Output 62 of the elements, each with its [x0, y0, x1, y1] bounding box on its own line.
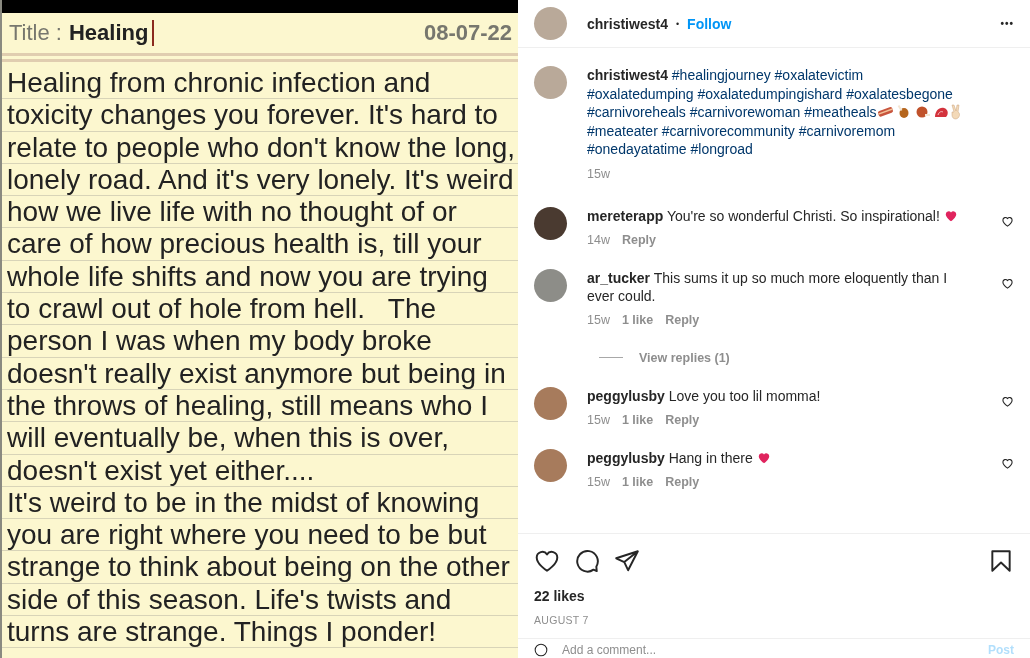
- post-age: 15w: [587, 166, 610, 181]
- note-text-line: doesn't exist yet either....: [7, 454, 315, 486]
- bookmark-icon[interactable]: [988, 548, 1014, 574]
- username-link[interactable]: mereterapp: [587, 207, 664, 224]
- comment-text: ar_tucker This sums it up so much more eloquently than I ever could.: [587, 268, 949, 305]
- hashtag-link[interactable]: #longroad: [690, 141, 753, 157]
- username-link[interactable]: peggylusby: [587, 387, 665, 404]
- comment-text: mereterapp You're so wonderful Christi. So inspirational!: [587, 206, 972, 225]
- like-heart-icon[interactable]: [534, 548, 560, 574]
- likes-count[interactable]: 22 likes: [534, 588, 585, 604]
- like-heart-icon[interactable]: [1001, 394, 1014, 408]
- note-text-line: care of how precious health is, till your: [7, 228, 482, 260]
- share-icon[interactable]: [614, 548, 640, 574]
- hashtag-link[interactable]: #onedayatatime: [587, 141, 687, 157]
- separator-dot: •: [675, 18, 680, 29]
- note-text-line: strange to think about being on the other: [7, 551, 510, 583]
- comment-age: 15w: [587, 411, 610, 429]
- hashtag-link[interactable]: #carnivoremom: [798, 122, 896, 139]
- hashtag-link[interactable]: #oxalatedumping: [587, 85, 694, 102]
- title-field[interactable]: Healing: [69, 20, 149, 46]
- comment-age: 15w: [587, 311, 610, 329]
- like-heart-icon[interactable]: [1001, 456, 1014, 470]
- username-link[interactable]: christiwest4: [587, 15, 668, 32]
- note-text-line: to crawl out of hole from hell. The: [7, 293, 437, 325]
- username-link[interactable]: peggylusby: [587, 449, 665, 466]
- comment-age: 14w: [587, 231, 610, 249]
- like-heart-icon[interactable]: [1001, 276, 1014, 290]
- username-link[interactable]: christiwest4: [587, 67, 668, 83]
- title-label: Title :: [9, 20, 62, 46]
- note-text-line: turns are strange. Things I ponder!: [7, 616, 437, 648]
- comment-text: peggylusby Hang in there: [587, 448, 972, 467]
- note-text-line: will eventually be, when this is over,: [7, 422, 449, 454]
- hashtag-link[interactable]: #healingjourney: [671, 67, 771, 83]
- note-text-line: the throws of healing, still means who I: [7, 389, 488, 421]
- note-text-line: how we live life with no thought of or: [7, 196, 457, 228]
- hashtag-link[interactable]: #oxalatesbegone: [846, 85, 953, 102]
- post-date: AUGUST 7: [534, 614, 589, 626]
- hashtag-link[interactable]: #carnivoreheals: [587, 104, 686, 120]
- note-text-line: toxicity changes you forever. It's hard to: [7, 99, 498, 131]
- note-text-line: you are right where you need to be but: [7, 519, 487, 551]
- note-date: 08-07-22: [423, 20, 512, 46]
- comment-bubble-icon[interactable]: [574, 548, 600, 574]
- hashtag-link[interactable]: #carnivorecommunity: [661, 122, 795, 139]
- note-text-line: Healing from chronic infection and: [7, 67, 431, 98]
- hashtag-link[interactable]: #carnivorewoman: [689, 104, 801, 120]
- note-text-line: side of this season. Life's twists and: [7, 583, 452, 615]
- hashtag-link[interactable]: #meateater: [587, 122, 658, 139]
- note-text-line: relate to people who don't know the long,: [7, 131, 516, 163]
- hashtag-link[interactable]: #oxalatevictim: [774, 67, 864, 83]
- note-text-line: person I was when my body broke: [7, 325, 432, 357]
- comment-text: peggylusby Love you too lil momma!: [587, 386, 822, 405]
- note-text-line: lonely road. And it's very lonely. It's weird: [7, 163, 514, 195]
- hashtag-link[interactable]: #meatheals: [804, 104, 877, 120]
- hashtag-link[interactable]: #oxalatedumpingishard: [697, 85, 843, 102]
- note-text-line: It's weird to be in the midst of knowing: [7, 486, 480, 518]
- avatar-placeholder[interactable]: [534, 206, 567, 240]
- comment-age: 15w: [587, 473, 610, 491]
- more-options-button[interactable]: •••: [1000, 18, 1014, 29]
- like-heart-icon[interactable]: [1001, 214, 1014, 228]
- note-text-line: doesn't really exist anymore but being in: [7, 357, 506, 389]
- username-link[interactable]: ar_tucker: [587, 269, 651, 286]
- note-text-line: whole life shifts and now you are trying: [7, 260, 488, 292]
